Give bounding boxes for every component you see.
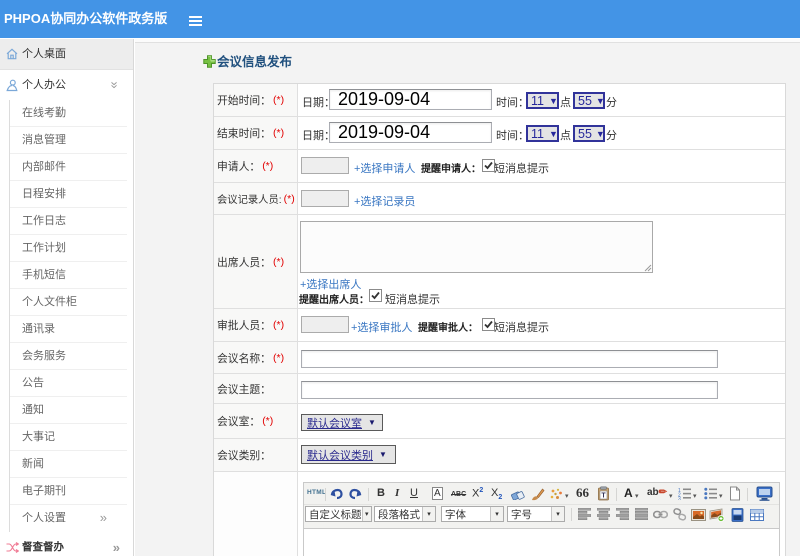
svg-text:3: 3 bbox=[678, 497, 681, 501]
svg-text:T: T bbox=[601, 493, 606, 500]
